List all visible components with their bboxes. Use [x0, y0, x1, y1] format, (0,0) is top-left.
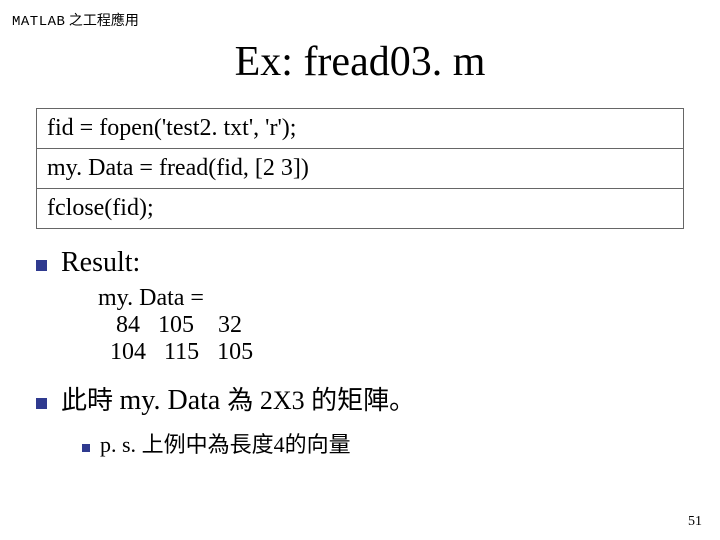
code-line-1: fid = fopen('test2. txt', 'r'); [37, 109, 683, 149]
result-heading-row: Result: [36, 247, 720, 279]
conclusion-latin: my. Data [120, 385, 228, 416]
subpoint-row: p. s. 上例中為長度4的向量 [82, 427, 720, 459]
slide-header: MATLAB 之工程應用 [0, 0, 720, 30]
conclusion-post: 為 2X3 的矩陣。 [227, 386, 415, 415]
square-bullet-icon [82, 444, 90, 452]
square-bullet-icon [36, 398, 47, 409]
result-line-2: 104 115 105 [98, 339, 720, 366]
code-box: fid = fopen('test2. txt', 'r'); my. Data… [36, 108, 684, 229]
result-output: my. Data = 84 105 32 104 115 105 [98, 285, 720, 366]
result-line-1: 84 105 32 [98, 312, 720, 339]
conclusion-text: 此時 my. Data 為 2X3 的矩陣。 [61, 380, 415, 417]
slide-title: Ex: fread03. m [0, 38, 720, 86]
square-bullet-icon [36, 260, 47, 271]
header-matlab: MATLAB [12, 14, 65, 30]
code-line-2: my. Data = fread(fid, [2 3]) [37, 149, 683, 189]
subpoint-ps: p. s. [100, 432, 142, 457]
conclusion-pre: 此時 [61, 386, 120, 415]
subpoint-text: p. s. 上例中為長度4的向量 [100, 427, 351, 459]
result-label: Result: [61, 247, 140, 279]
subpoint-tail: 上例中為長度4的向量 [142, 432, 351, 457]
page-number: 51 [688, 514, 702, 530]
result-line-0: my. Data = [98, 285, 720, 312]
code-line-3: fclose(fid); [37, 189, 683, 228]
conclusion-row: 此時 my. Data 為 2X3 的矩陣。 [36, 380, 720, 417]
header-tail: 之工程應用 [69, 14, 139, 29]
